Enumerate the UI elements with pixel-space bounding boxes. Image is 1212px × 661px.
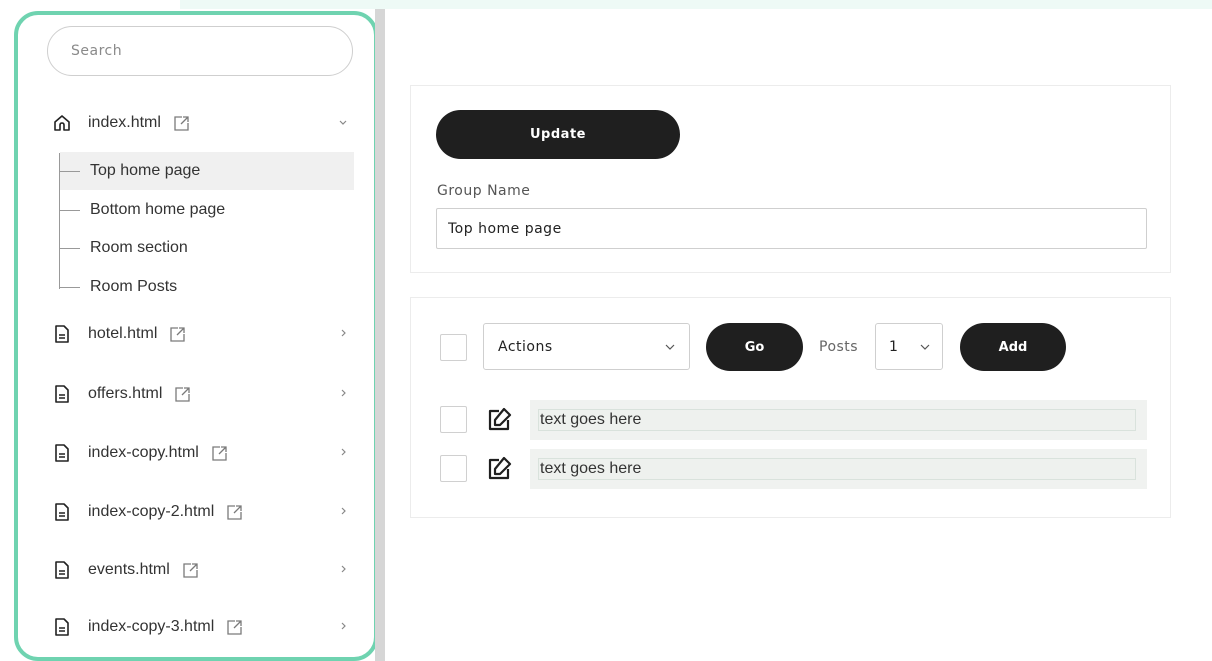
add-button[interactable]: Add (960, 323, 1066, 371)
group-name-input[interactable] (436, 208, 1147, 249)
sub-item-bottom-home-page[interactable]: Bottom home page (60, 191, 354, 229)
sub-item-label: Room section (90, 239, 188, 256)
sub-item-room-section[interactable]: Room section (60, 229, 354, 267)
post-text-value[interactable]: text goes here (538, 409, 1136, 431)
nav-item-events[interactable]: events.html (52, 553, 362, 587)
edit-icon[interactable] (485, 406, 513, 434)
sub-item-top-home-page[interactable]: Top home page (60, 152, 354, 190)
file-icon (52, 502, 72, 522)
post-text-value[interactable]: text goes here (538, 458, 1136, 480)
external-link-icon[interactable] (226, 504, 243, 521)
chevron-right-icon[interactable] (336, 562, 350, 576)
nav-item-offers[interactable]: offers.html (52, 377, 362, 411)
home-icon (52, 113, 72, 133)
external-link-icon[interactable] (173, 115, 190, 132)
chevron-down-icon (918, 340, 932, 354)
file-icon (52, 443, 72, 463)
group-panel: Update Group Name (410, 85, 1171, 273)
nav-item-label: index-copy-3.html (88, 618, 215, 635)
external-link-icon[interactable] (182, 562, 199, 579)
actions-select-value: Actions (498, 338, 553, 355)
nav-item-label: hotel.html (88, 325, 158, 342)
go-button[interactable]: Go (706, 323, 803, 371)
row-checkbox[interactable] (440, 455, 467, 482)
post-text-field[interactable]: text goes here (530, 449, 1147, 489)
row-checkbox[interactable] (440, 406, 467, 433)
file-icon (52, 324, 72, 344)
external-link-icon[interactable] (211, 445, 228, 462)
chevron-right-icon[interactable] (336, 326, 350, 340)
chevron-right-icon[interactable] (336, 386, 350, 400)
sub-item-label: Room Posts (90, 278, 178, 295)
nav-item-label: events.html (88, 561, 170, 578)
chevron-down-icon[interactable] (336, 115, 350, 129)
posts-count-value: 1 (889, 338, 898, 355)
update-button[interactable]: Update (436, 110, 680, 159)
nav-item-index-copy-2[interactable]: index-copy-2.html (52, 495, 362, 529)
nav-item-index[interactable]: index.html (52, 106, 362, 140)
post-row: text goes here (439, 400, 1149, 440)
nav-item-index-copy-3[interactable]: index-copy-3.html (52, 610, 362, 644)
actions-select[interactable]: Actions (483, 323, 690, 370)
chevron-right-icon[interactable] (336, 504, 350, 518)
edit-icon[interactable] (485, 455, 513, 483)
chevron-down-icon (663, 340, 677, 354)
top-strip-left (0, 0, 180, 9)
sidebar-divider[interactable] (375, 9, 385, 661)
nav-item-hotel[interactable]: hotel.html (52, 317, 362, 351)
search-input[interactable] (47, 26, 353, 76)
external-link-icon[interactable] (174, 386, 191, 403)
posts-label: Posts (819, 339, 859, 355)
sub-item-label: Bottom home page (90, 201, 226, 218)
post-row: text goes here (439, 449, 1149, 489)
nav-item-index-copy[interactable]: index-copy.html (52, 436, 362, 470)
posts-count-select[interactable]: 1 (875, 323, 943, 370)
nav-item-label: offers.html (88, 385, 163, 402)
chevron-right-icon[interactable] (336, 445, 350, 459)
sidebar: index.html Top home page Bottom home pag… (14, 11, 378, 661)
chevron-right-icon[interactable] (336, 619, 350, 633)
file-icon (52, 617, 72, 637)
top-strip (180, 0, 1212, 9)
external-link-icon[interactable] (226, 619, 243, 636)
external-link-icon[interactable] (169, 326, 186, 343)
post-text-field[interactable]: text goes here (530, 400, 1147, 440)
posts-panel: Actions Go Posts 1 Add text goes here te… (410, 297, 1171, 518)
file-icon (52, 384, 72, 404)
nav-item-label: index-copy.html (88, 444, 199, 461)
group-name-label: Group Name (437, 183, 531, 199)
nav-item-label: index.html (88, 114, 161, 131)
nav-item-label: index-copy-2.html (88, 503, 215, 520)
file-icon (52, 560, 72, 580)
sub-item-room-posts[interactable]: Room Posts (60, 268, 354, 306)
sub-item-label: Top home page (90, 162, 201, 179)
select-all-checkbox[interactable] (440, 334, 467, 361)
